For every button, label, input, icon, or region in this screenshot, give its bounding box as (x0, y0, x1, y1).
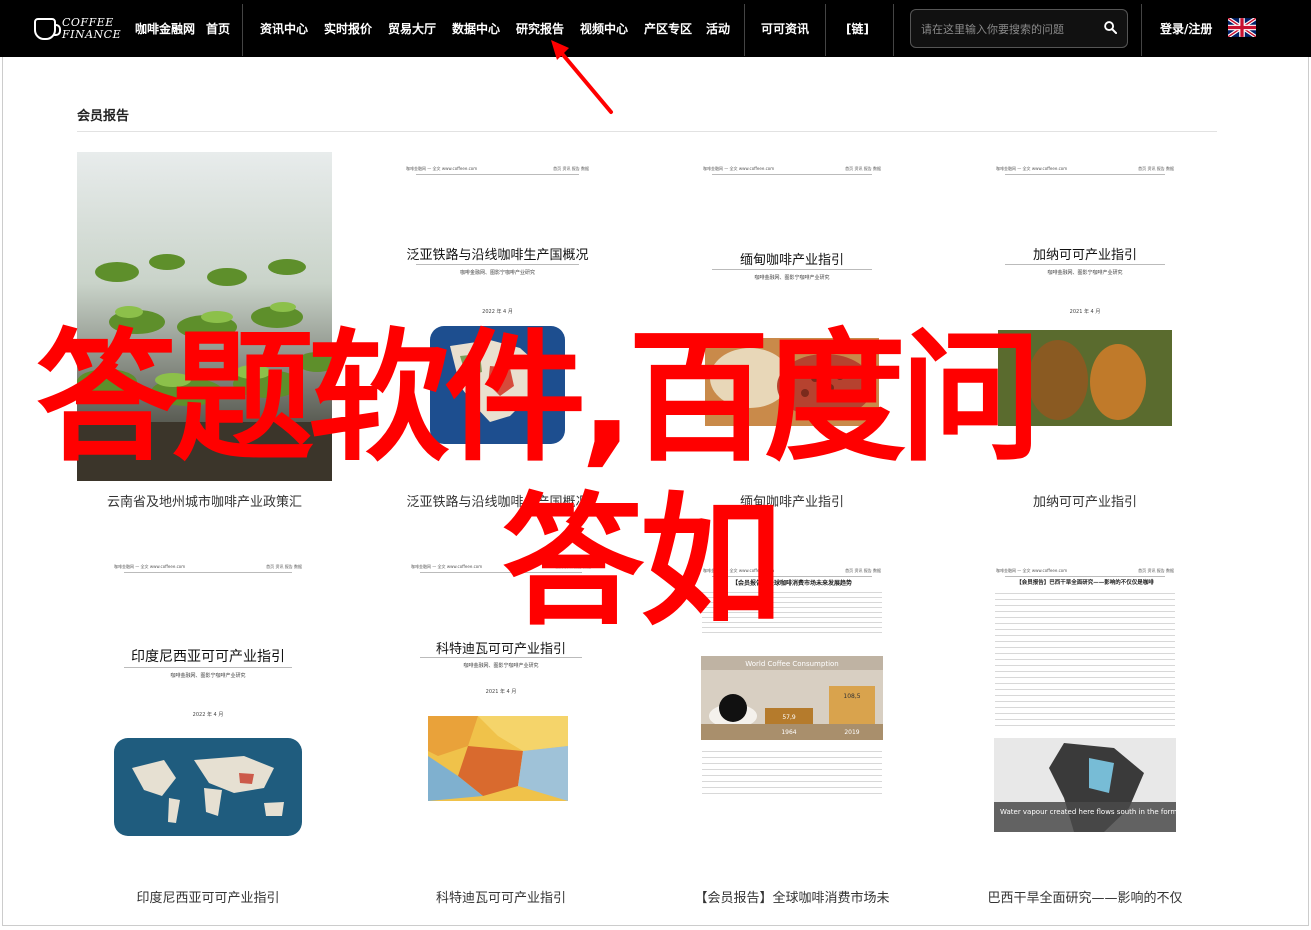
nav-item-data[interactable]: 数据中心 (452, 20, 500, 37)
doc-title: 印度尼西亚可可产业指引 (131, 649, 285, 665)
year-label-1964: 1964 (781, 729, 796, 736)
search-icon[interactable] (1104, 21, 1117, 34)
nav-divider (893, 4, 894, 56)
nav-divider (1141, 4, 1142, 56)
doc-date: 2021 年 4 月 (485, 689, 517, 695)
doc-date: 2021 年 4 月 (1069, 309, 1101, 315)
doc-body-text (702, 746, 882, 798)
nav-item-news[interactable]: 资讯中心 (260, 20, 308, 37)
nav-item-video[interactable]: 视频中心 (580, 20, 628, 37)
report-caption-ghana[interactable]: 加纳可可产业指引 (990, 491, 1180, 510)
report-card-brazil-drought[interactable]: 咖啡金融网 — 全文 www.coffeee.com 首页 资讯 报告 数据 【会… (990, 568, 1180, 862)
report-card-indonesia[interactable]: 咖啡金融网 — 全文 www.coffeee.com 首页 资讯 报告 数据 印度… (108, 556, 308, 852)
overlay-text-line1: 答题软件,百度问 (36, 316, 1042, 481)
nav-item-trade[interactable]: 贸易大厅 (388, 20, 436, 37)
bar-label-1964: 57,9 (782, 714, 796, 721)
doc-title: 缅甸咖啡产业指引 (739, 253, 844, 268)
doc-title: 加纳可可产业指引 (1032, 248, 1137, 263)
doc-subtitle: 咖啡金融网、图影宁咖啡产业研究 (170, 673, 246, 679)
report-caption-yunnan[interactable]: 云南省及地州城市咖啡产业政策汇 (77, 491, 332, 510)
year-label-2019: 2019 (844, 729, 859, 736)
report-caption-cotedivoire[interactable]: 科特迪瓦可可产业指引 (395, 887, 607, 906)
nav-item-research[interactable]: 研究报告 (516, 20, 564, 37)
coffee-cup-icon (34, 18, 61, 40)
nav-item-origin[interactable]: 产区专区 (644, 20, 692, 37)
chart-label: World Coffee Consumption (745, 660, 838, 668)
nav-divider (825, 4, 826, 56)
site-logo[interactable]: COFFEE FINANCE (34, 8, 124, 50)
section-title: 会员报告 (77, 109, 130, 124)
nav-item-links[interactable]: [链] (846, 20, 869, 37)
nav-item-quotes[interactable]: 实时报价 (324, 20, 372, 37)
nav-divider (242, 4, 243, 56)
nav-item-home[interactable]: 首页 (206, 20, 230, 37)
doc-date: 2022 年 4 月 (482, 309, 513, 315)
doc-date: 2022 年 4 月 (192, 712, 224, 718)
doc-subtitle: 咖啡金融网、图影宁咖啡产业研究 (754, 275, 830, 281)
doc-subtitle: 咖啡金融网、图影宁咖啡产业研究 (463, 663, 539, 669)
overlay-text-line2: 答如 (502, 480, 782, 645)
west-africa-map-image (428, 716, 568, 801)
report-caption-brazil-drought[interactable]: 巴西干旱全面研究——影响的不仅 (975, 887, 1195, 906)
red-arrow-annotation (551, 40, 613, 114)
south-america-map-image: Water vapour created here flows south in… (994, 738, 1176, 832)
map-caption: Water vapour created here flows south in… (1000, 808, 1176, 816)
bar-label-2019: 108,5 (843, 693, 860, 700)
nav-divider (744, 4, 745, 56)
world-map-image (114, 738, 302, 836)
coffee-consumption-image: World Coffee Consumption 57,9 108,5 1964… (701, 656, 883, 740)
uk-flag-icon[interactable] (1228, 18, 1256, 37)
doc-body-text (995, 588, 1175, 730)
logo-line2: FINANCE (62, 28, 122, 41)
doc-title: 【会员报告】巴西干旱全面研究——影响的不仅仅是咖啡 (1016, 580, 1154, 586)
nav-item-coffee-finance[interactable]: 咖啡金融网 (135, 20, 195, 37)
doc-subtitle: 咖啡金融网、图影宁咖啡产业研究 (459, 270, 535, 276)
top-nav-bar: COFFEE FINANCE 咖啡金融网 首页 资讯中心 实时报价 贸易大厅 数… (0, 0, 1311, 57)
search-input[interactable] (921, 20, 1101, 38)
nav-item-cocoa[interactable]: 可可资讯 (761, 20, 809, 37)
section-divider (77, 131, 1217, 132)
doc-title: 泛亚铁路与沿线咖啡生产国概况 (406, 248, 589, 263)
search-box (910, 9, 1128, 48)
login-register-link[interactable]: 登录/注册 (1160, 20, 1212, 37)
doc-subtitle: 咖啡金融网、图影宁咖啡产业研究 (1047, 270, 1123, 276)
nav-item-events[interactable]: 活动 (706, 20, 730, 37)
report-caption-global-consumption[interactable]: 【会员报告】全球咖啡消费市场未 (680, 887, 904, 906)
report-caption-indonesia[interactable]: 印度尼西亚可可产业指引 (108, 887, 308, 906)
